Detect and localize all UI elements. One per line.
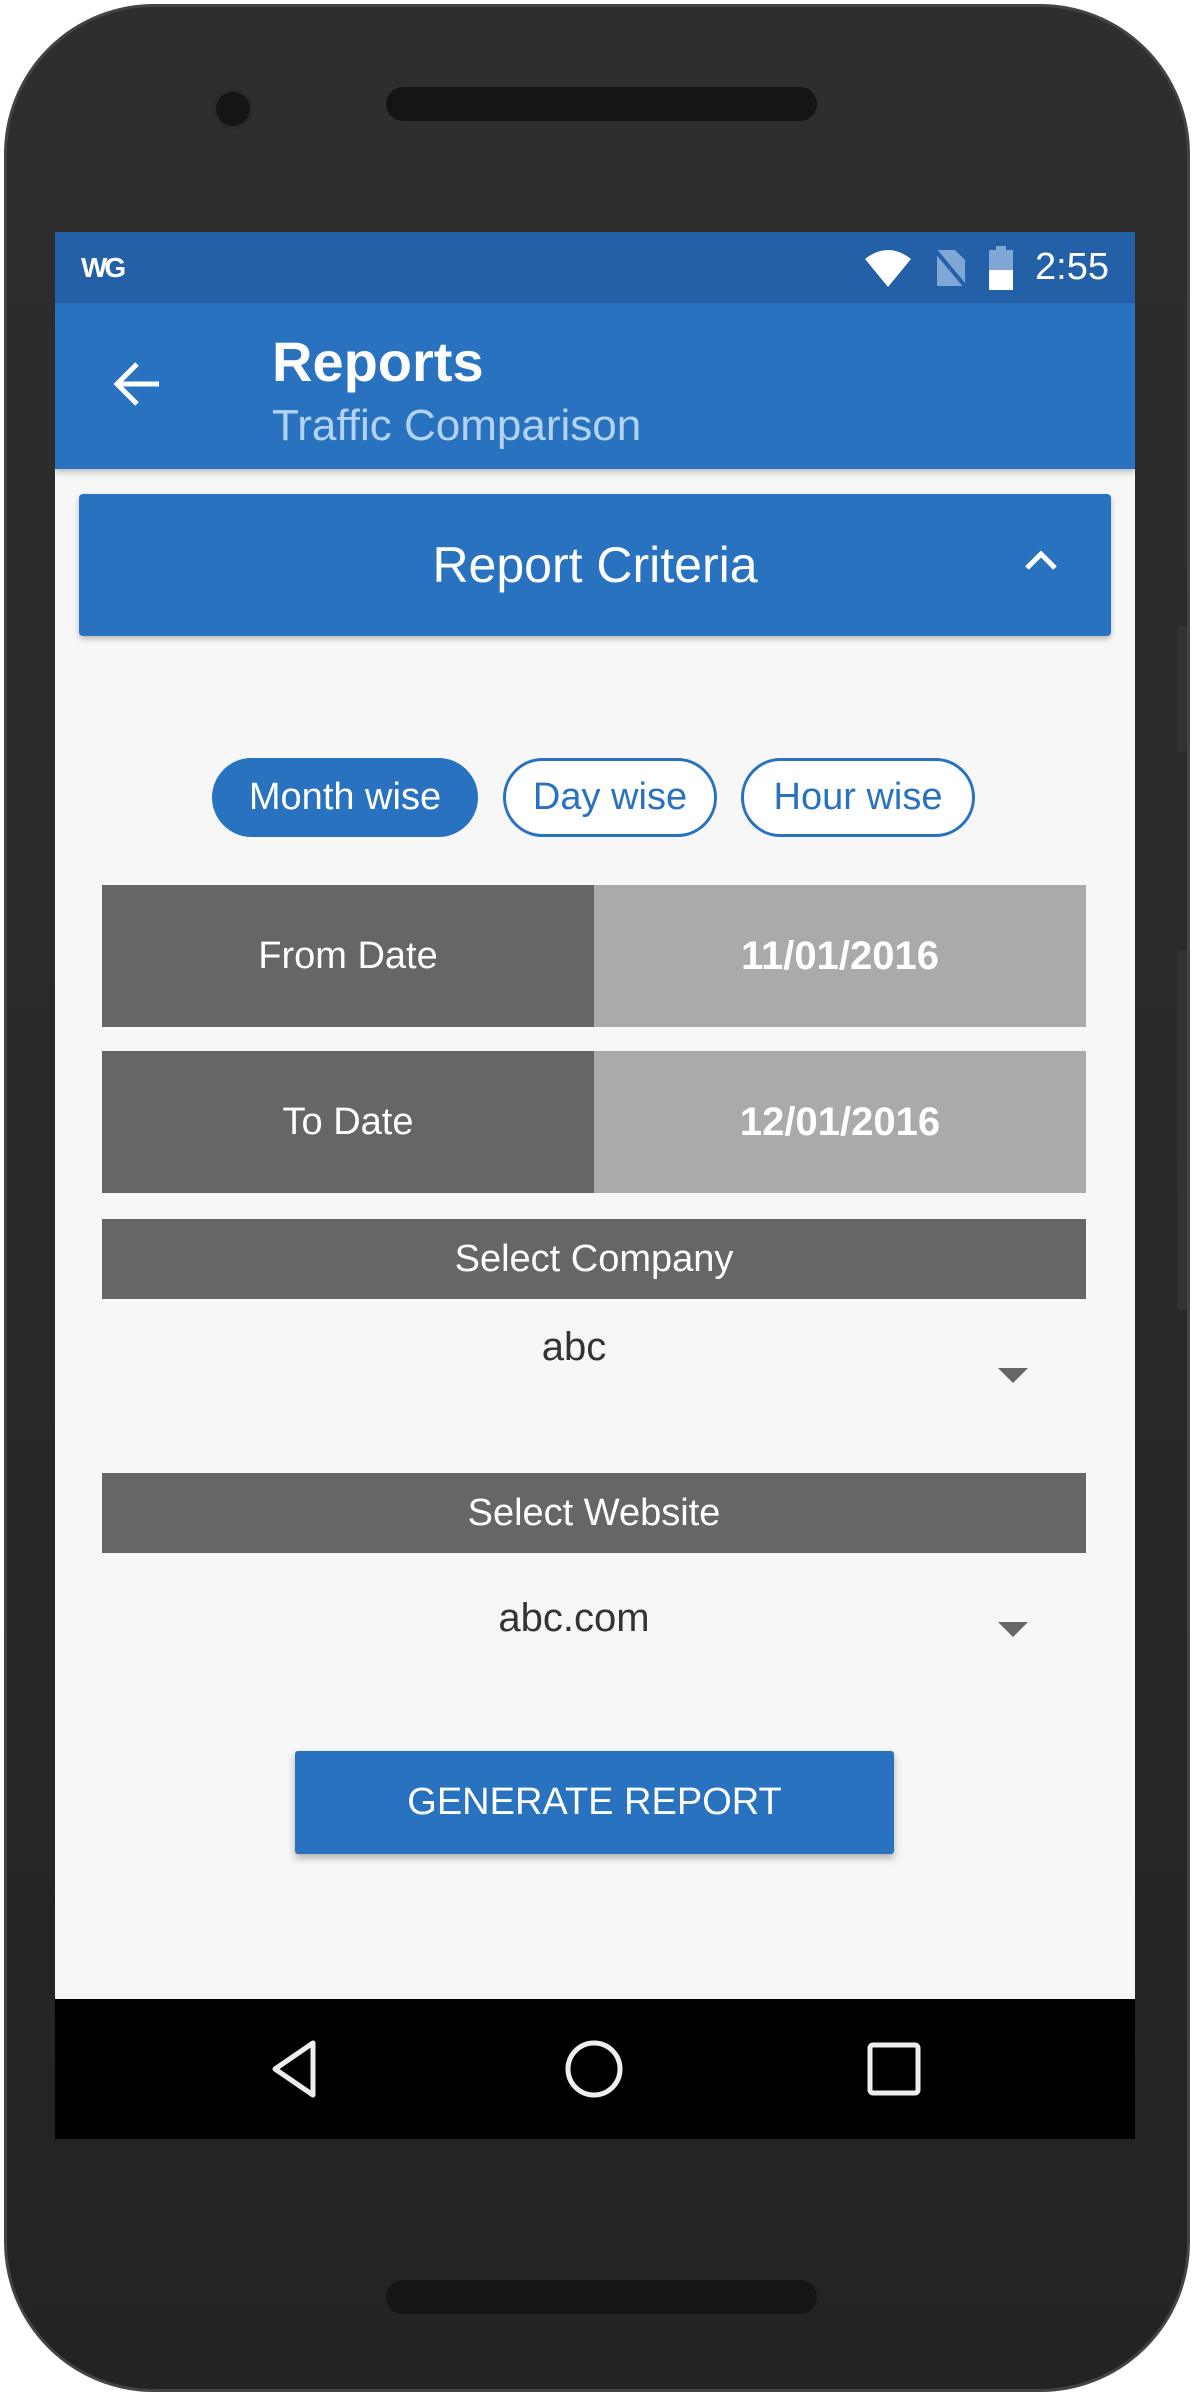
dropdown-arrow-icon[interactable] <box>998 1368 1028 1383</box>
from-date-label: From Date <box>102 885 594 1027</box>
company-dropdown[interactable]: abc <box>102 1325 1086 1370</box>
navigation-bar <box>55 1999 1135 2139</box>
top-speaker <box>386 87 817 121</box>
to-date-value[interactable]: 12/01/2016 <box>594 1051 1086 1193</box>
app-bar: Reports Traffic Comparison <box>55 303 1135 469</box>
bottom-speaker <box>386 2280 817 2314</box>
front-camera <box>213 89 253 129</box>
dropdown-arrow-icon[interactable] <box>998 1622 1028 1637</box>
to-date-row[interactable]: To Date 12/01/2016 <box>102 1051 1086 1193</box>
hour-wise-button[interactable]: Hour wise <box>741 758 975 837</box>
month-wise-button[interactable]: Month wise <box>212 758 478 837</box>
clock: 2:55 <box>1035 246 1109 288</box>
generate-report-button[interactable]: GENERATE REPORT <box>295 1751 894 1854</box>
report-criteria-header[interactable]: Report Criteria <box>79 494 1111 636</box>
volume-button <box>1177 950 1187 1310</box>
page-subtitle: Traffic Comparison <box>272 401 642 450</box>
home-icon[interactable] <box>562 2037 626 2101</box>
status-bar: WG 2:55 <box>55 232 1135 303</box>
recents-icon[interactable] <box>862 2037 926 2101</box>
wifi-icon <box>865 249 912 287</box>
chevron-up-icon[interactable] <box>1023 546 1059 572</box>
power-button <box>1177 626 1187 752</box>
select-company-label: Select Company <box>102 1219 1086 1299</box>
arrow-left-icon[interactable] <box>111 358 163 410</box>
report-criteria-title: Report Criteria <box>432 537 758 593</box>
website-dropdown[interactable]: abc.com <box>102 1596 1086 1641</box>
app-logo: WG <box>81 251 126 283</box>
from-date-value[interactable]: 11/01/2016 <box>594 885 1086 1027</box>
from-date-row[interactable]: From Date 11/01/2016 <box>102 885 1086 1027</box>
select-website-label: Select Website <box>102 1473 1086 1553</box>
no-sim-icon <box>933 248 967 287</box>
to-date-label: To Date <box>102 1051 594 1193</box>
screen: WG 2:55 Reports Traffic Comparison Repor… <box>55 232 1135 2139</box>
day-wise-button[interactable]: Day wise <box>503 758 717 837</box>
battery-icon <box>989 245 1014 290</box>
page-title: Reports <box>272 330 484 393</box>
back-icon[interactable] <box>263 2037 327 2101</box>
